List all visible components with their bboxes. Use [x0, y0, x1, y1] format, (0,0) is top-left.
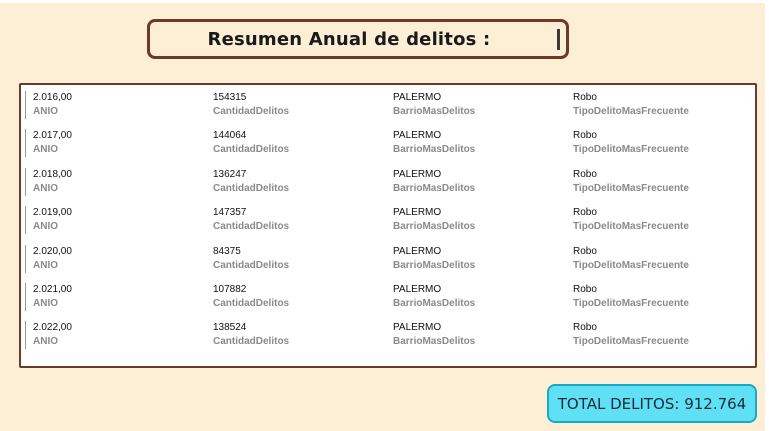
- barrio-value: PALERMO: [393, 169, 442, 180]
- tipo-label: TipoDelitoMasFrecuente: [573, 106, 689, 117]
- cantidad-value: 144064: [213, 130, 247, 141]
- cell-barrio: PALERMO BarrioMasDelitos: [393, 321, 573, 348]
- cell-anio: 2.017,00 ANIO: [33, 129, 213, 156]
- cell-cantidad: 144064 CantidadDelitos: [213, 129, 393, 156]
- anio-label: ANIO: [33, 260, 58, 271]
- barrio-label: BarrioMasDelitos: [393, 221, 476, 232]
- barrio-label: BarrioMasDelitos: [393, 106, 476, 117]
- cell-anio: 2.022,00 ANIO: [33, 321, 213, 348]
- cell-cantidad: 138524 CantidadDelitos: [213, 321, 393, 348]
- tipo-label: TipoDelitoMasFrecuente: [573, 260, 689, 271]
- barrio-label: BarrioMasDelitos: [393, 183, 476, 194]
- cantidad-value: 147357: [213, 207, 247, 218]
- anio-value: 2.020,00: [33, 246, 72, 257]
- cell-tipo: Robo TipoDelitoMasFrecuente: [573, 91, 753, 118]
- total-delitos-box[interactable]: TOTAL DELITOS: 912.764: [547, 384, 757, 423]
- table-row[interactable]: 2.017,00 ANIO 144064 CantidadDelitos PAL…: [25, 129, 754, 157]
- cell-tipo: Robo TipoDelitoMasFrecuente: [573, 206, 753, 233]
- cell-cantidad: 154315 CantidadDelitos: [213, 91, 393, 118]
- cantidad-label: CantidadDelitos: [213, 298, 290, 309]
- table-row[interactable]: 2.021,00 ANIO 107882 CantidadDelitos PAL…: [25, 283, 754, 311]
- tipo-value: Robo: [573, 130, 597, 141]
- cantidad-label: CantidadDelitos: [213, 336, 290, 347]
- barrio-value: PALERMO: [393, 207, 442, 218]
- barrio-value: PALERMO: [393, 246, 442, 257]
- cantidad-value: 84375: [213, 246, 241, 257]
- barrio-label: BarrioMasDelitos: [393, 144, 476, 155]
- barrio-value: PALERMO: [393, 92, 442, 103]
- tipo-value: Robo: [573, 169, 597, 180]
- cell-anio: 2.018,00 ANIO: [33, 168, 213, 195]
- cell-anio: 2.016,00 ANIO: [33, 91, 213, 118]
- anio-label: ANIO: [33, 183, 58, 194]
- tipo-value: Robo: [573, 207, 597, 218]
- cell-anio: 2.019,00 ANIO: [33, 206, 213, 233]
- text-cursor: [557, 29, 560, 50]
- cell-tipo: Robo TipoDelitoMasFrecuente: [573, 321, 753, 348]
- anio-value: 2.021,00: [33, 284, 72, 295]
- barrio-value: PALERMO: [393, 130, 442, 141]
- anio-value: 2.016,00: [33, 92, 72, 103]
- cantidad-label: CantidadDelitos: [213, 183, 290, 194]
- cell-barrio: PALERMO BarrioMasDelitos: [393, 91, 573, 118]
- barrio-value: PALERMO: [393, 322, 442, 333]
- total-delitos-text: TOTAL DELITOS: 912.764: [557, 394, 747, 413]
- page-title: Resumen Anual de delitos :: [207, 28, 491, 50]
- barrio-value: PALERMO: [393, 284, 442, 295]
- anio-value: 2.018,00: [33, 169, 72, 180]
- anio-value: 2.017,00: [33, 130, 72, 141]
- cell-anio: 2.021,00 ANIO: [33, 283, 213, 310]
- anio-label: ANIO: [33, 106, 58, 117]
- cantidad-value: 154315: [213, 92, 247, 103]
- cell-cantidad: 84375 CantidadDelitos: [213, 245, 393, 272]
- cell-cantidad: 107882 CantidadDelitos: [213, 283, 393, 310]
- cell-anio: 2.020,00 ANIO: [33, 245, 213, 272]
- barrio-label: BarrioMasDelitos: [393, 336, 476, 347]
- anio-label: ANIO: [33, 298, 58, 309]
- cell-tipo: Robo TipoDelitoMasFrecuente: [573, 168, 753, 195]
- cantidad-label: CantidadDelitos: [213, 260, 290, 271]
- anio-value: 2.019,00: [33, 207, 72, 218]
- cell-cantidad: 147357 CantidadDelitos: [213, 206, 393, 233]
- cell-tipo: Robo TipoDelitoMasFrecuente: [573, 129, 753, 156]
- barrio-label: BarrioMasDelitos: [393, 298, 476, 309]
- tipo-label: TipoDelitoMasFrecuente: [573, 183, 689, 194]
- cell-barrio: PALERMO BarrioMasDelitos: [393, 168, 573, 195]
- cantidad-label: CantidadDelitos: [213, 106, 290, 117]
- anio-label: ANIO: [33, 336, 58, 347]
- cantidad-label: CantidadDelitos: [213, 221, 290, 232]
- cantidad-value: 107882: [213, 284, 247, 295]
- anio-label: ANIO: [33, 144, 58, 155]
- tipo-value: Robo: [573, 246, 597, 257]
- anio-label: ANIO: [33, 221, 58, 232]
- title-textbox[interactable]: Resumen Anual de delitos :: [147, 19, 569, 59]
- tipo-value: Robo: [573, 284, 597, 295]
- table-row[interactable]: 2.019,00 ANIO 147357 CantidadDelitos PAL…: [25, 206, 754, 234]
- tipo-label: TipoDelitoMasFrecuente: [573, 298, 689, 309]
- window-right-edge: [765, 0, 769, 431]
- tipo-value: Robo: [573, 322, 597, 333]
- cell-cantidad: 136247 CantidadDelitos: [213, 168, 393, 195]
- table-row[interactable]: 2.020,00 ANIO 84375 CantidadDelitos PALE…: [25, 245, 754, 273]
- table-row[interactable]: 2.016,00 ANIO 154315 CantidadDelitos PAL…: [25, 91, 754, 119]
- tipo-label: TipoDelitoMasFrecuente: [573, 144, 689, 155]
- table-row[interactable]: 2.022,00 ANIO 138524 CantidadDelitos PAL…: [25, 321, 754, 349]
- cantidad-label: CantidadDelitos: [213, 144, 290, 155]
- cell-barrio: PALERMO BarrioMasDelitos: [393, 206, 573, 233]
- tipo-value: Robo: [573, 92, 597, 103]
- cell-barrio: PALERMO BarrioMasDelitos: [393, 245, 573, 272]
- cell-tipo: Robo TipoDelitoMasFrecuente: [573, 245, 753, 272]
- cell-barrio: PALERMO BarrioMasDelitos: [393, 283, 573, 310]
- anio-value: 2.022,00: [33, 322, 72, 333]
- table-row[interactable]: 2.018,00 ANIO 136247 CantidadDelitos PAL…: [25, 168, 754, 196]
- tipo-label: TipoDelitoMasFrecuente: [573, 221, 689, 232]
- barrio-label: BarrioMasDelitos: [393, 260, 476, 271]
- window-top-edge: [0, 0, 769, 3]
- cell-tipo: Robo TipoDelitoMasFrecuente: [573, 283, 753, 310]
- cantidad-value: 136247: [213, 169, 247, 180]
- cell-barrio: PALERMO BarrioMasDelitos: [393, 129, 573, 156]
- tipo-label: TipoDelitoMasFrecuente: [573, 336, 689, 347]
- cantidad-value: 138524: [213, 322, 247, 333]
- data-table[interactable]: 2.016,00 ANIO 154315 CantidadDelitos PAL…: [19, 83, 757, 368]
